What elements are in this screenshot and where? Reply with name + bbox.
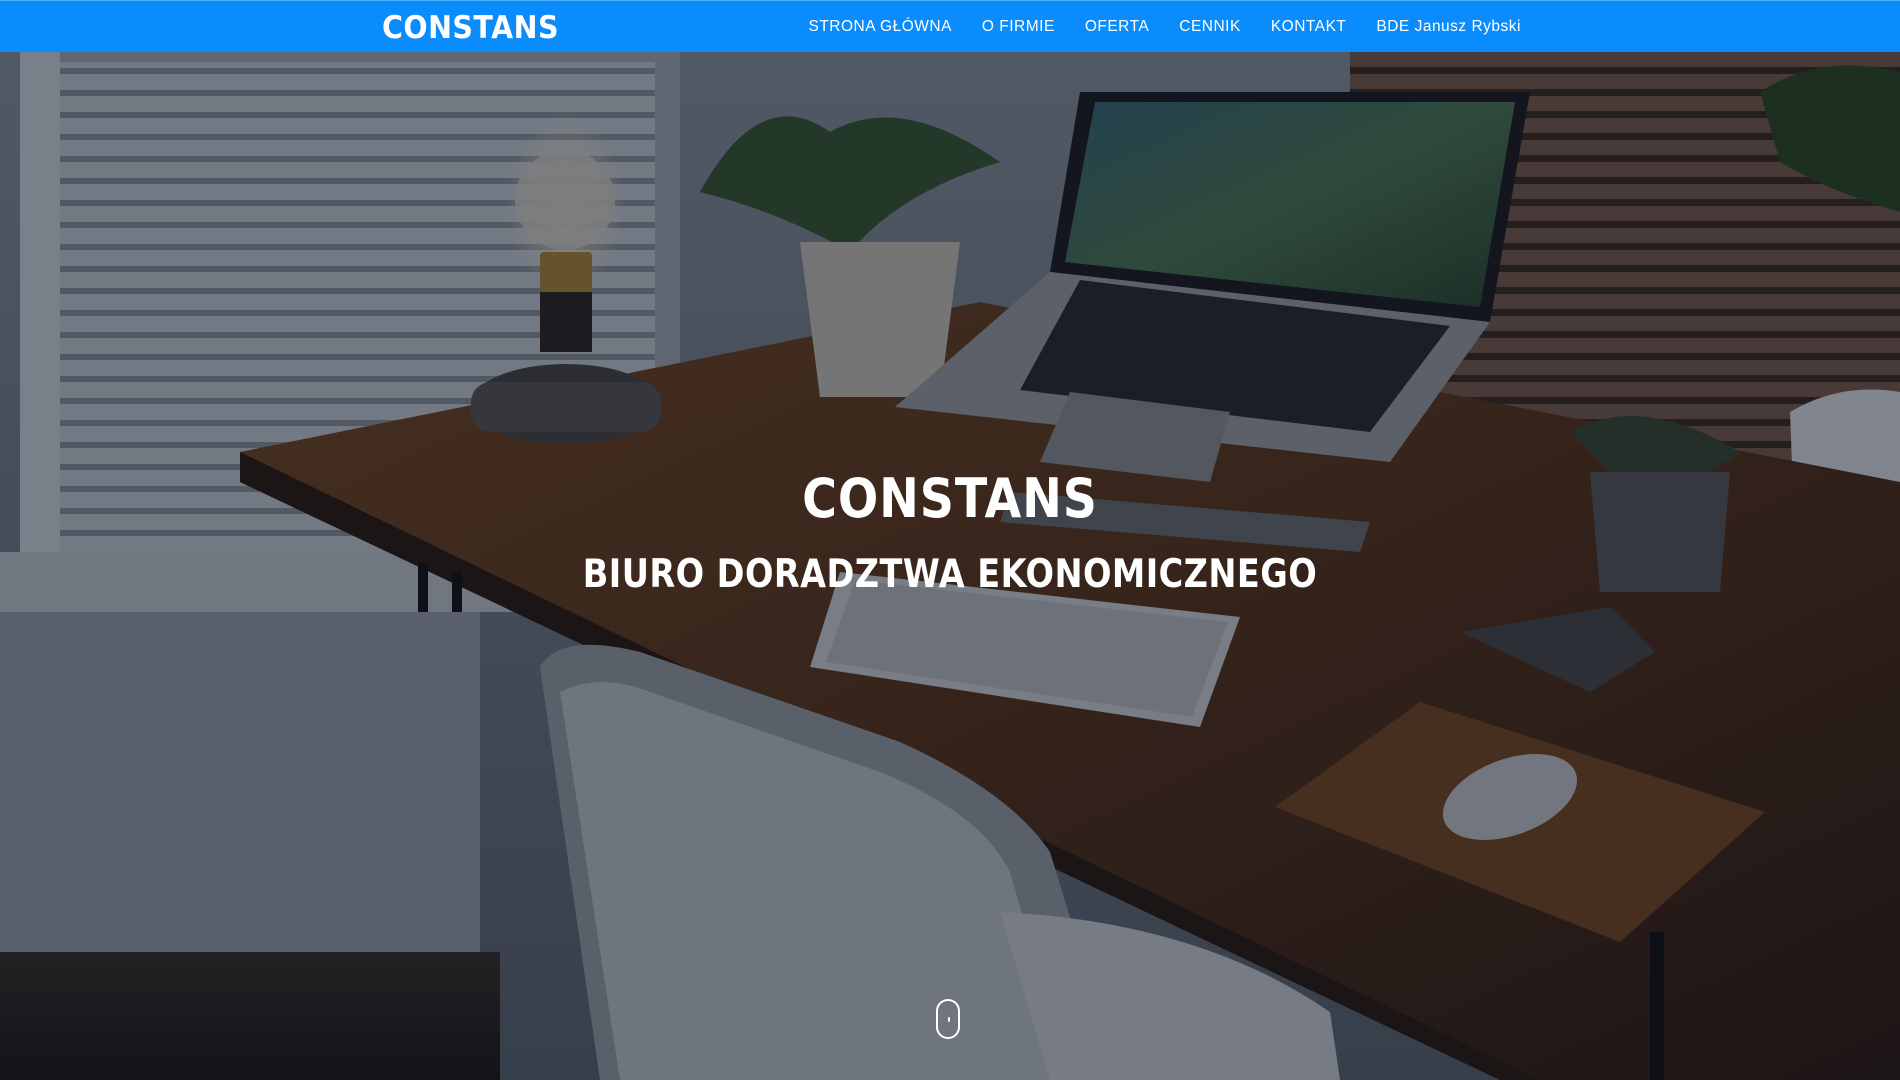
nav-link-about[interactable]: O FIRMIE <box>982 18 1055 35</box>
nav-link-home[interactable]: STRONA GŁÓWNA <box>808 18 951 35</box>
hero-section: CONSTANS BIURO DORADZTWA EKONOMICZNEGO <box>0 52 1900 1080</box>
hero-title: CONSTANS <box>802 467 1098 530</box>
menu-item-about: O FIRMIE <box>982 18 1055 36</box>
nav-link-bde[interactable]: BDE Janusz Rybski <box>1376 18 1521 35</box>
scroll-wheel-dot <box>948 1017 950 1022</box>
brand-logo[interactable]: CONSTANS <box>382 10 559 46</box>
menu-item-contact: KONTAKT <box>1271 18 1347 36</box>
hero-subtitle: BIURO DORADZTWA EKONOMICZNEGO <box>582 552 1318 597</box>
mouse-scroll-icon[interactable] <box>936 999 960 1039</box>
nav-link-offer[interactable]: OFERTA <box>1085 18 1149 35</box>
nav-link-contact[interactable]: KONTAKT <box>1271 18 1347 35</box>
menu-item-pricing: CENNIK <box>1179 18 1241 36</box>
menu-item-home: STRONA GŁÓWNA <box>808 18 951 36</box>
menu-item-bde: BDE Janusz Rybski <box>1376 18 1521 36</box>
top-navbar: CONSTANS STRONA GŁÓWNA O FIRMIE OFERTA C… <box>0 0 1900 52</box>
menu-item-offer: OFERTA <box>1085 18 1149 36</box>
main-menu: STRONA GŁÓWNA O FIRMIE OFERTA CENNIK KON… <box>808 1 1521 53</box>
nav-link-pricing[interactable]: CENNIK <box>1179 18 1241 35</box>
